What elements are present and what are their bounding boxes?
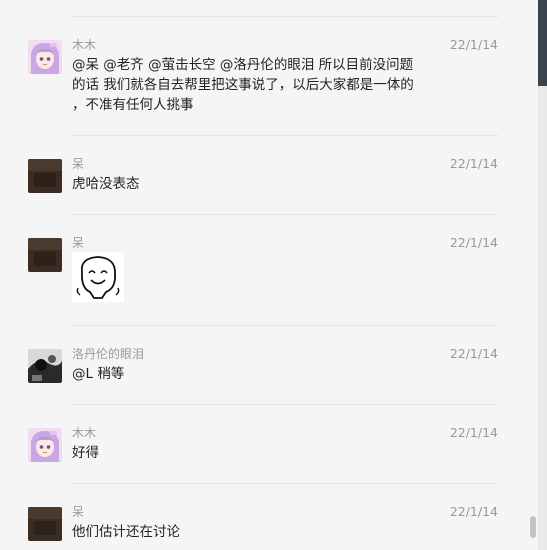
dark-photo-avatar-icon[interactable] xyxy=(28,238,62,272)
message-divider xyxy=(72,135,498,136)
message-item[interactable]: 呆 22/1/14 虎哈没表态 xyxy=(0,157,520,197)
sender-name: 呆 xyxy=(72,505,85,519)
message-divider xyxy=(72,16,498,17)
message-text-line: ，不准有任何人挑事 xyxy=(72,97,194,113)
message-item[interactable]: 呆 22/1/14 他们估计还在讨论 xyxy=(0,505,520,545)
message-time: 22/1/14 xyxy=(449,425,498,440)
sender-name: 呆 xyxy=(72,157,85,171)
sender-name: 木木 xyxy=(72,38,97,52)
sender-name: 木木 xyxy=(72,426,97,440)
message-divider xyxy=(72,404,498,405)
message-text: 虎哈没表态 xyxy=(72,176,140,192)
scrollbar-thumb[interactable] xyxy=(530,516,536,538)
message-item[interactable]: 木木 22/1/14 @呆 @老齐 @萤击长空 @洛丹伦的眼泪 所以目前没问题 … xyxy=(0,38,520,118)
dark-photo-avatar-icon[interactable] xyxy=(28,507,62,541)
message-time: 22/1/14 xyxy=(449,504,498,519)
anime-avatar-icon[interactable] xyxy=(28,428,62,462)
window-edge xyxy=(538,0,547,550)
message-divider xyxy=(72,325,498,326)
chat-history-panel: 木木 22/1/14 @呆 @老齐 @萤击长空 @洛丹伦的眼泪 所以目前没问题 … xyxy=(0,0,547,550)
message-item[interactable]: 木木 22/1/14 好得 xyxy=(0,426,520,466)
message-time: 22/1/14 xyxy=(449,235,498,250)
sender-name: 呆 xyxy=(72,236,85,250)
message-text: @L 稍等 xyxy=(72,366,125,382)
message-time: 22/1/14 xyxy=(449,156,498,171)
message-item[interactable]: 洛丹伦的眼泪 22/1/14 @L 稍等 xyxy=(0,347,520,387)
message-time: 22/1/14 xyxy=(449,37,498,52)
dark-photo-avatar-icon[interactable] xyxy=(28,159,62,193)
message-divider xyxy=(72,214,498,215)
anime-avatar-icon[interactable] xyxy=(28,40,62,74)
message-time: 22/1/14 xyxy=(449,346,498,361)
smiling-face-sticker-icon[interactable] xyxy=(72,252,124,302)
message-text: 好得 xyxy=(72,445,99,461)
message-text: 他们估计还在讨论 xyxy=(72,524,180,540)
monochrome-photo-avatar-icon[interactable] xyxy=(28,349,62,383)
message-divider xyxy=(72,483,498,484)
window-edge-dark xyxy=(538,0,547,86)
message-item[interactable]: 呆 22/1/14 xyxy=(0,236,520,308)
sender-name: 洛丹伦的眼泪 xyxy=(72,347,145,361)
message-text-line: @呆 @老齐 @萤击长空 @洛丹伦的眼泪 所以目前没问题 xyxy=(72,57,414,73)
message-text: @呆 @老齐 @萤击长空 @洛丹伦的眼泪 所以目前没问题 的话 我们就各自去帮里… xyxy=(72,55,432,115)
message-text-line: 的话 我们就各自去帮里把这事说了，以后大家都是一体的 xyxy=(72,77,414,93)
